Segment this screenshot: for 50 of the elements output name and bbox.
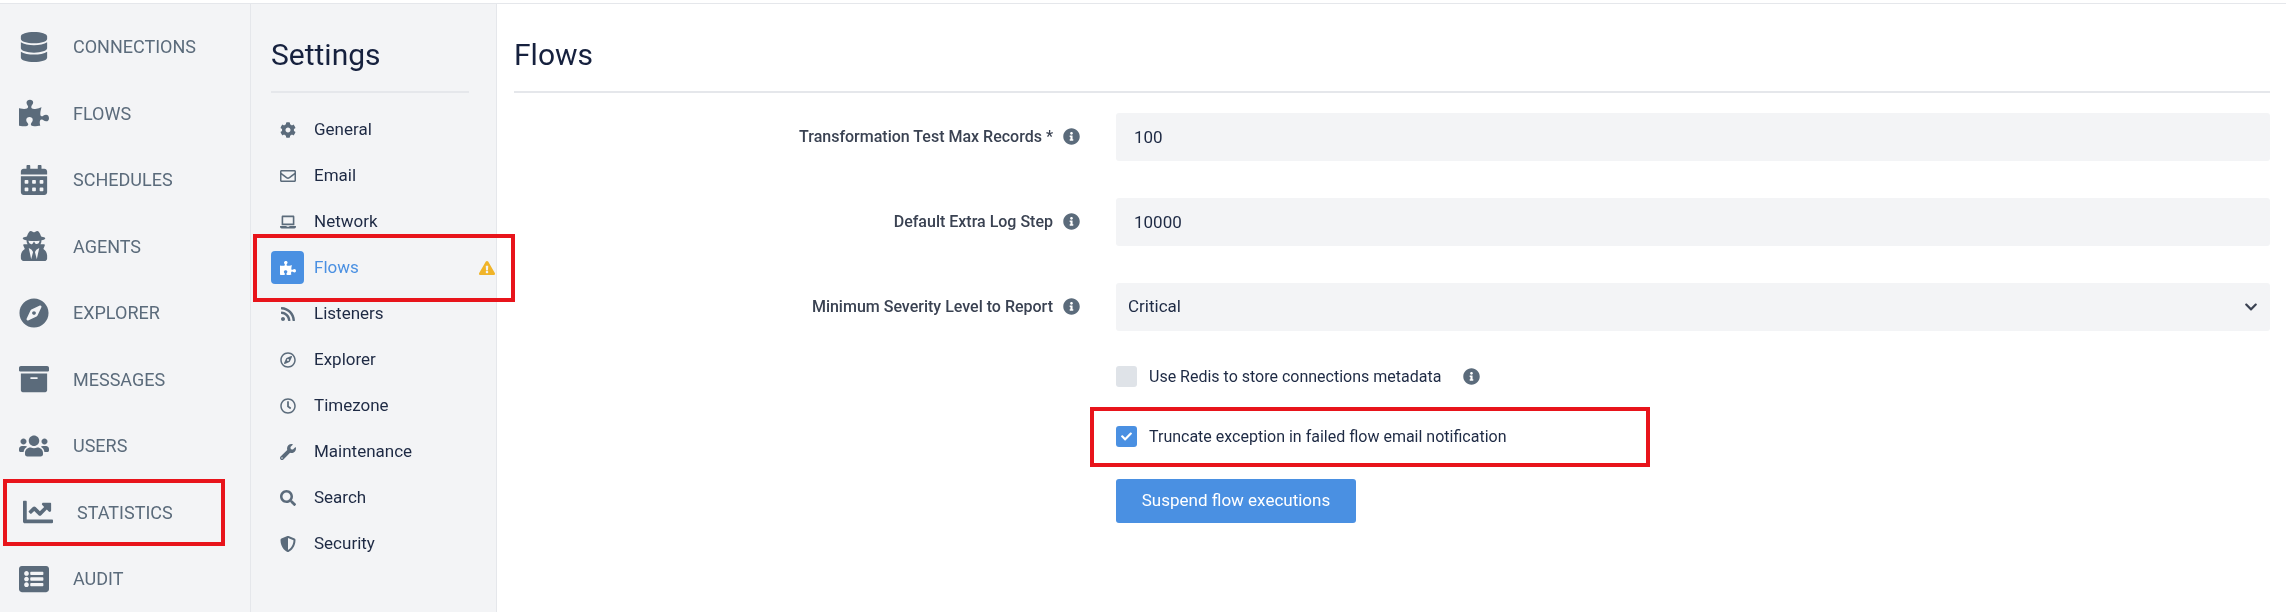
settings-item[interactable]: Search — [271, 474, 476, 521]
field-label: Transformation Test Max Records * — [799, 125, 1053, 148]
settings-item[interactable]: Email — [271, 152, 476, 199]
compass-icon — [19, 297, 49, 328]
search-icon — [279, 489, 296, 506]
field-label: Default Extra Log Step — [893, 210, 1053, 233]
wrench-icon — [279, 443, 296, 460]
checkbox[interactable] — [1116, 426, 1137, 447]
checkbox-label: Use Redis to store connections metadata — [1149, 365, 1442, 388]
settings-title: Settings — [271, 3, 469, 93]
nav-item[interactable]: MESSAGES — [3, 346, 247, 413]
nav-item[interactable]: SCHEDULES — [3, 146, 247, 213]
envelope-icon — [279, 167, 296, 184]
spy-icon — [19, 231, 49, 262]
nav-item[interactable]: AUDIT — [3, 545, 247, 612]
clock-icon — [279, 397, 296, 414]
puzzle-icon — [279, 259, 296, 276]
info-icon — [1063, 128, 1080, 145]
shield-icon — [279, 535, 296, 552]
checkbox-label: Truncate exception in failed flow email notification — [1149, 425, 1507, 448]
settings-icon — [279, 121, 296, 138]
settings-item[interactable]: Explorer — [271, 336, 476, 383]
nav-item[interactable]: CONNECTIONS — [3, 13, 247, 80]
input-field[interactable]: 100 — [1116, 112, 2270, 161]
compass-icon — [279, 351, 296, 368]
input-field[interactable]: 10000 — [1116, 197, 2270, 246]
info-icon — [1063, 298, 1080, 315]
settings-item[interactable]: Maintenance — [271, 428, 476, 475]
nav-item[interactable]: AGENTS — [3, 213, 247, 280]
nav-item[interactable]: EXPLORER — [3, 279, 247, 346]
nav-item[interactable]: FLOWS — [3, 80, 247, 147]
list-icon — [19, 563, 49, 594]
check-icon — [1121, 431, 1132, 442]
calendar-icon — [19, 164, 49, 195]
settings-item[interactable]: Timezone — [271, 382, 476, 429]
archive-box-icon — [19, 364, 49, 395]
info-icon — [1063, 213, 1080, 230]
page-title: Flows — [514, 3, 2270, 93]
checkbox[interactable] — [1116, 366, 1137, 387]
puzzle-icon — [19, 98, 49, 129]
warning-icon — [479, 259, 495, 276]
settings-item[interactable]: Security — [271, 520, 476, 567]
rss-icon — [279, 305, 296, 322]
field-label: Minimum Severity Level to Report — [811, 295, 1053, 318]
nav-item[interactable]: USERS — [3, 412, 247, 479]
nav-item[interactable]: STATISTICS — [3, 479, 225, 546]
database-icon — [19, 31, 49, 62]
laptop-icon — [279, 213, 296, 230]
settings-item[interactable]: General — [271, 106, 476, 153]
severity-select[interactable]: Critical — [1116, 282, 2270, 331]
